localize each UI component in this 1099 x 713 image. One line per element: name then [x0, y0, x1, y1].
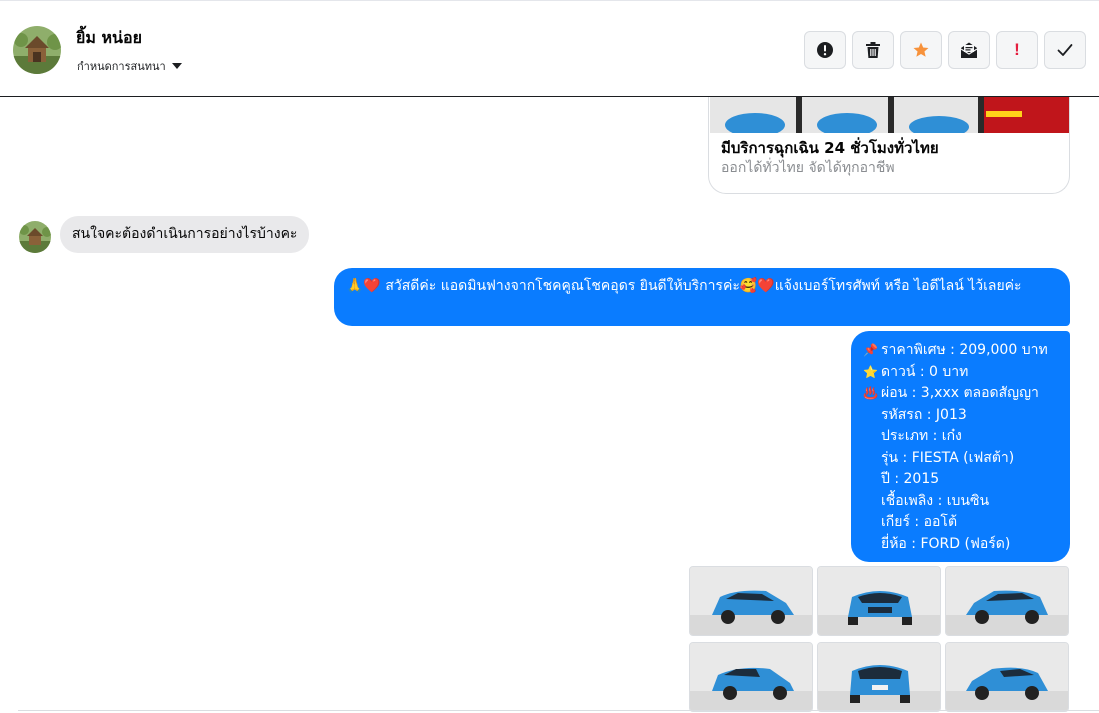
car-photo-rear[interactable] [817, 642, 941, 712]
star-icon: ⭐ [863, 364, 878, 379]
car-detail-line: เชื้อเพลิง : เบนซิน [881, 492, 990, 509]
envelope-open-icon [960, 42, 978, 58]
outgoing-greeting-message[interactable]: 🙏❤️ สวัสดีค่ะ แอดมินฟางจากโชคคูณโชคอุดร … [334, 268, 1070, 326]
car-detail-line: รหัสรถ : J013 [881, 406, 967, 423]
car-photo-front-right[interactable] [945, 566, 1069, 636]
link-preview-card[interactable]: มีบริการฉุกเฉิน 24 ชั่วโมงทั่วไทย ออกได้… [708, 97, 1070, 194]
car-photo-rear-right[interactable] [945, 642, 1069, 712]
car-photo-grid [689, 566, 1070, 712]
sender-avatar[interactable] [19, 221, 51, 253]
car-detail-line: ⭐ ดาวน์ : 0 บาท [863, 362, 1058, 384]
car-detail-line: ยี่ห้อ : FORD (ฟอร์ด) [881, 535, 1011, 552]
link-preview-subtitle: ออกได้ทั่วไทย จัดได้ทุกอาชีพ [721, 160, 895, 176]
assign-conversation-label: กำหนดการสนทนา [77, 60, 166, 73]
follow-up-button[interactable]: ! [996, 31, 1038, 69]
message-thread[interactable]: มีบริการฉุกเฉิน 24 ชั่วโมงทั่วไทย ออกได้… [0, 97, 1099, 713]
incoming-message[interactable]: สนใจคะต้องดำเนินการอย่างไรบ้างคะ [60, 216, 310, 253]
car-detail-line: 📌 ราคาพิเศษ : 209,000 บาท [863, 340, 1058, 362]
contact-name[interactable]: ยิ้ม หน่อย [76, 26, 142, 51]
pushpin-icon: 📌 [863, 343, 878, 357]
star-icon [913, 42, 929, 57]
star-button[interactable] [900, 31, 942, 69]
car-detail-line: ♨️ ผ่อน : 3,xxx ตลอดสัญญา [863, 383, 1058, 405]
car-detail-line: ปี : 2015 [881, 471, 940, 487]
car-detail-line: ประเภท : เก๋ง [881, 428, 962, 444]
car-photo-front-left[interactable] [689, 566, 813, 636]
done-button[interactable] [1044, 31, 1086, 69]
caret-down-icon [171, 63, 182, 69]
conversation-header: ยิ้ม หน่อย กำหนดการสนทนา ! [0, 0, 1099, 97]
delete-button[interactable] [852, 31, 894, 69]
checkmark-icon [1057, 44, 1073, 56]
header-actions: ! [804, 31, 1086, 69]
composer-divider [18, 710, 1099, 711]
mark-unread-button[interactable] [948, 31, 990, 69]
trash-icon [866, 42, 880, 58]
mark-spam-button[interactable] [804, 31, 846, 69]
car-photo-rear-left[interactable] [689, 642, 813, 712]
link-preview-image [710, 97, 1069, 133]
car-detail-line: เกียร์ : ออโต้ [881, 514, 958, 530]
assign-conversation-dropdown[interactable]: กำหนดการสนทนา [77, 57, 182, 75]
exclamation-icon: ! [1014, 40, 1020, 59]
car-photo-front[interactable] [817, 566, 941, 636]
alert-circle-icon [817, 42, 833, 58]
contact-avatar[interactable] [13, 26, 61, 74]
hot-springs-icon: ♨️ [863, 386, 878, 400]
car-detail-line: รุ่น : FIESTA (เฟสต้า) [881, 449, 1015, 466]
outgoing-car-details-message[interactable]: 📌 ราคาพิเศษ : 209,000 บาท ⭐ ดาวน์ : 0 บาท … [851, 331, 1070, 562]
